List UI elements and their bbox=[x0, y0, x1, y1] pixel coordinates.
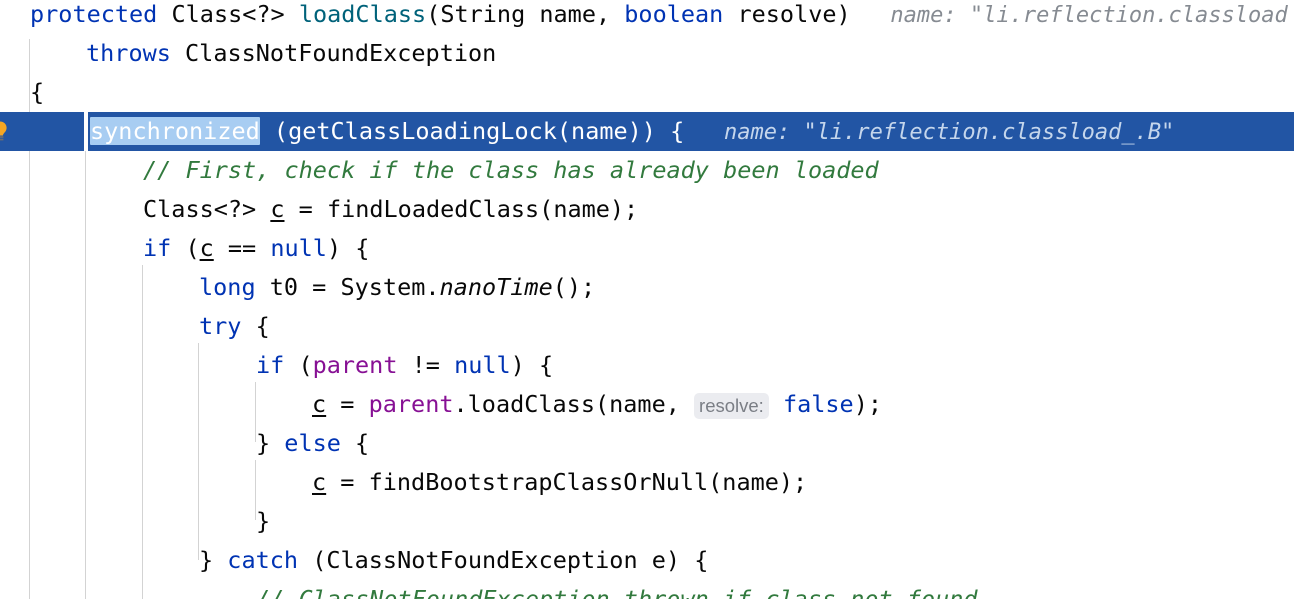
code-token: null bbox=[454, 351, 511, 379]
code-token: throws bbox=[86, 39, 171, 67]
code-token: c bbox=[312, 390, 327, 418]
code-token: ClassNotFoundException bbox=[170, 39, 497, 67]
code-text: if (c == null) { bbox=[143, 229, 369, 268]
intention-bulb-icon[interactable] bbox=[0, 119, 12, 143]
code-token: String bbox=[440, 0, 526, 28]
inline-debug-value-hint[interactable]: name: "li.reflection.classload bbox=[851, 3, 1287, 28]
code-line[interactable]: try { bbox=[0, 307, 1294, 346]
code-token: != bbox=[397, 351, 455, 379]
code-token: { bbox=[241, 312, 270, 340]
execution-point-line[interactable]: synchronized (getClassLoadingLock(name))… bbox=[0, 112, 1294, 151]
code-token: // First, check if the class has already… bbox=[143, 156, 879, 184]
code-text: protected Class<?> loadClass(String name… bbox=[30, 0, 1288, 35]
code-token: Class<?> bbox=[171, 0, 285, 28]
code-token: = findBootstrapClassOrNull(name); bbox=[326, 468, 808, 496]
code-token: ) { bbox=[326, 234, 370, 262]
code-token: resolve) bbox=[723, 0, 851, 28]
code-text: if (parent != null) { bbox=[256, 346, 553, 385]
code-token: parent bbox=[368, 390, 454, 418]
code-token: protected bbox=[30, 0, 158, 28]
code-token: false bbox=[782, 390, 854, 418]
code-line[interactable]: Class<?> c = findLoadedClass(name); bbox=[0, 190, 1294, 229]
inline-parameter-hint[interactable]: resolve: bbox=[694, 393, 769, 419]
code-line[interactable]: } else { bbox=[0, 424, 1294, 463]
code-text: c = findBootstrapClassOrNull(name); bbox=[312, 463, 807, 502]
code-token: = bbox=[326, 390, 369, 418]
code-token: == bbox=[213, 234, 271, 262]
code-token: ); bbox=[853, 390, 883, 418]
code-token: = findLoadedClass(name); bbox=[284, 195, 639, 223]
code-line[interactable]: if (c == null) { bbox=[0, 229, 1294, 268]
code-token: else bbox=[284, 429, 341, 457]
code-text: } catch (ClassNotFoundException e) { bbox=[199, 541, 708, 580]
code-token: { bbox=[30, 78, 45, 106]
code-editor[interactable]: protected Class<?> loadClass(String name… bbox=[0, 0, 1294, 599]
code-token: ) { bbox=[510, 351, 554, 379]
code-text: Class<?> c = findLoadedClass(name); bbox=[143, 190, 638, 229]
code-text: long t0 = System.nanoTime(); bbox=[199, 268, 595, 307]
code-text: try { bbox=[199, 307, 270, 346]
code-token: } bbox=[256, 429, 285, 457]
code-line[interactable]: // ClassNotFoundException thrown if clas… bbox=[0, 580, 1294, 599]
code-token: ( bbox=[426, 0, 441, 28]
code-token: { bbox=[340, 429, 370, 457]
gutter-separator bbox=[84, 112, 88, 151]
code-text: // First, check if the class has already… bbox=[143, 151, 879, 190]
code-text: } bbox=[256, 502, 270, 541]
code-token: ( bbox=[284, 351, 313, 379]
code-token: c bbox=[270, 195, 285, 223]
code-token: Class<?> bbox=[143, 195, 257, 223]
code-token: // ClassNotFoundException thrown if clas… bbox=[256, 585, 978, 599]
code-line[interactable]: c = findBootstrapClassOrNull(name); bbox=[0, 463, 1294, 502]
code-line[interactable]: long t0 = System.nanoTime(); bbox=[0, 268, 1294, 307]
code-token: catch bbox=[227, 546, 299, 574]
code-text: synchronized (getClassLoadingLock(name))… bbox=[90, 112, 1174, 152]
code-text: c = parent.loadClass(name, resolve: fals… bbox=[312, 385, 882, 425]
code-token: c bbox=[312, 468, 327, 496]
code-token: t0 = System. bbox=[255, 273, 440, 301]
code-text: // ClassNotFoundException thrown if clas… bbox=[256, 580, 978, 599]
inline-debug-value-hint[interactable]: name: "li.reflection.classload_.B" bbox=[684, 120, 1174, 145]
code-line[interactable]: } bbox=[0, 502, 1294, 541]
code-token: (getClassLoadingLock(name)) { bbox=[259, 117, 685, 145]
code-line[interactable]: } catch (ClassNotFoundException e) { bbox=[0, 541, 1294, 580]
code-token: } bbox=[199, 546, 228, 574]
code-token: nanoTime bbox=[439, 273, 553, 301]
code-token: boolean bbox=[624, 0, 724, 28]
code-line[interactable]: if (parent != null) { bbox=[0, 346, 1294, 385]
code-line[interactable]: { bbox=[0, 73, 1294, 112]
code-token: (); bbox=[552, 273, 596, 301]
code-token: try bbox=[199, 312, 242, 340]
code-text: throws ClassNotFoundException bbox=[86, 34, 496, 73]
code-token: name, bbox=[525, 0, 625, 28]
code-token: .loadClass(name, bbox=[453, 390, 695, 418]
code-line[interactable]: c = parent.loadClass(name, resolve: fals… bbox=[0, 385, 1294, 424]
code-text: } else { bbox=[256, 424, 369, 463]
code-text: { bbox=[30, 73, 44, 112]
code-token: loadClass bbox=[298, 0, 427, 28]
code-line[interactable]: throws ClassNotFoundException bbox=[0, 34, 1294, 73]
code-token: c bbox=[199, 234, 214, 262]
code-token: long bbox=[199, 273, 256, 301]
code-line[interactable]: // First, check if the class has already… bbox=[0, 151, 1294, 190]
code-token: parent bbox=[312, 351, 398, 379]
code-token: if bbox=[256, 351, 285, 379]
code-token: null bbox=[270, 234, 327, 262]
gutter-highlight-strip bbox=[0, 112, 84, 151]
code-token: ( bbox=[171, 234, 200, 262]
code-line[interactable]: protected Class<?> loadClass(String name… bbox=[0, 0, 1294, 34]
code-token: } bbox=[256, 507, 271, 535]
code-token: synchronized bbox=[90, 117, 260, 145]
code-token: if bbox=[143, 234, 172, 262]
code-token: (ClassNotFoundException e) { bbox=[298, 546, 709, 574]
